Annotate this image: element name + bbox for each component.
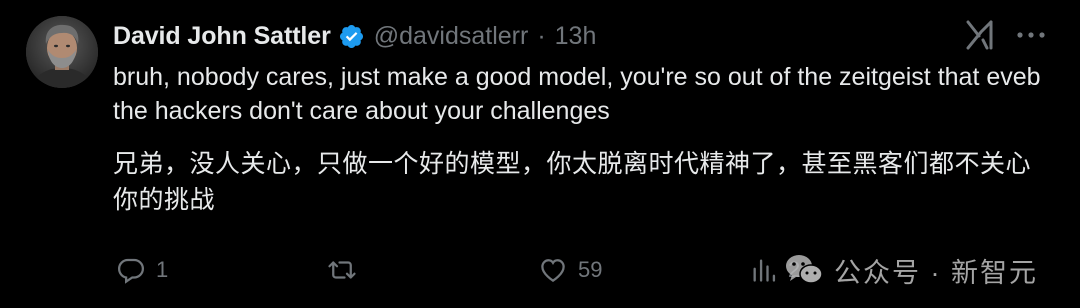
grok-icon[interactable] [965, 18, 997, 52]
tweet-timestamp[interactable]: 13h [555, 22, 597, 51]
retweet-button[interactable] [326, 250, 368, 290]
verified-badge-icon[interactable] [338, 23, 365, 50]
tweet-header: David John Sattler @davidsatlerr · 13h [113, 18, 596, 54]
author-display-name[interactable]: David John Sattler [113, 22, 331, 51]
header-separator: · [537, 21, 546, 50]
watermark-text: 公众号 · 新智元 [834, 257, 1038, 288]
views-icon [753, 259, 776, 282]
like-count: 59 [578, 257, 603, 282]
reply-button[interactable]: 1 [116, 250, 168, 290]
wechat-logo-icon [786, 255, 823, 284]
retweet-icon [328, 261, 356, 279]
reply-count: 1 [156, 257, 169, 282]
heart-icon [541, 259, 565, 282]
avatar[interactable] [26, 16, 98, 88]
tweet-card[interactable]: David John Sattler @davidsatlerr · 13h b… [0, 0, 1080, 308]
tweet-text-english: bruh, nobody cares, just make a good mod… [113, 63, 1041, 125]
more-icon[interactable] [1015, 28, 1047, 42]
avatar-portrait [26, 16, 98, 88]
like-button[interactable]: 59 [538, 250, 602, 290]
reply-icon [117, 258, 145, 284]
tweet-text-chinese: 兄弟，没人关心，只做一个好的模型，你太脱离时代精神了，甚至黑客们都不关心你的挑战 [113, 150, 1032, 214]
author-handle[interactable]: @davidsatlerr [374, 22, 529, 51]
watermark: 公众号 · 新智元 [784, 250, 1038, 290]
